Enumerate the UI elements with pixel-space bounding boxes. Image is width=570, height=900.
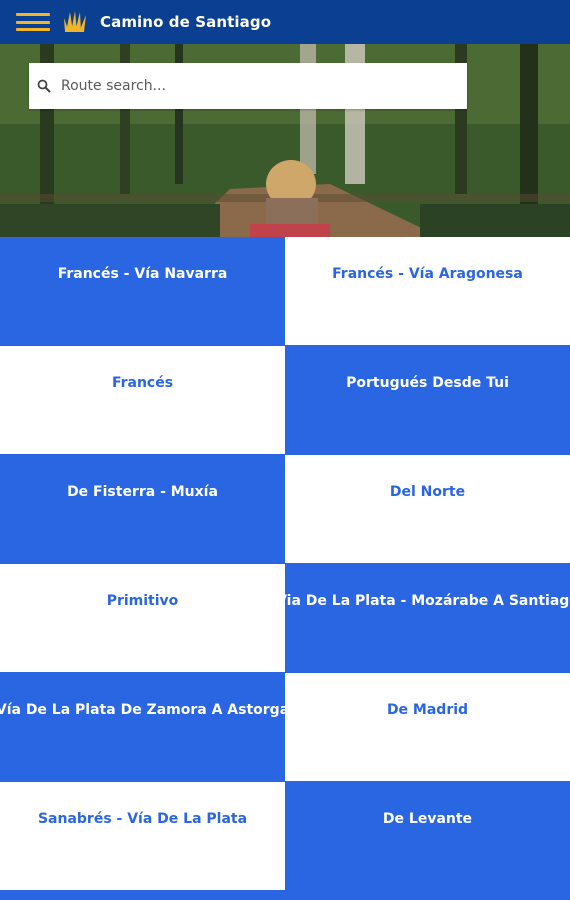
route-tile-frances[interactable]: Francés (0, 346, 285, 454)
route-label: Vía De La Plata De Zamora A Astorga (0, 702, 285, 718)
route-label: Primitivo (106, 593, 179, 609)
search-icon (37, 79, 51, 93)
route-label: Portugués Desde Tui (346, 375, 509, 391)
route-tile-sanabres-via-de-la-plata[interactable]: Sanabrés - Vía De La Plata (0, 782, 285, 890)
route-label: Francés - Vía Aragonesa (332, 266, 523, 282)
route-label: Via De La Plata - Mozárabe A Santiago (285, 593, 570, 609)
route-tile-via-de-la-plata-mozarabe[interactable]: Via De La Plata - Mozárabe A Santiago (285, 564, 570, 672)
route-tile-frances-via-aragonesa[interactable]: Francés - Vía Aragonesa (285, 237, 570, 345)
route-tile-portugues-desde-tui[interactable]: Portugués Desde Tui (285, 346, 570, 454)
route-label: De Fisterra - Muxía (67, 484, 218, 500)
route-label: Del Norte (389, 484, 466, 500)
route-label: Sanabrés - Vía De La Plata (37, 811, 248, 827)
route-label: Francés - Vía Navarra (57, 266, 228, 282)
route-tile-frances-via-navarra[interactable]: Francés - Vía Navarra (0, 237, 285, 345)
route-tile-primitivo[interactable]: Primitivo (0, 564, 285, 672)
scallop-shell-icon (64, 11, 86, 32)
route-label: Francés (111, 375, 174, 391)
route-grid: Francés - Vía Navarra Francés - Vía Arag… (0, 237, 570, 900)
app-bar: Camino de Santiago (0, 0, 570, 44)
hero-banner (0, 44, 570, 237)
route-tile-de-fisterra-muxia[interactable]: De Fisterra - Muxía (0, 455, 285, 563)
route-tile-via-de-la-plata-zamora-astorga[interactable]: Vía De La Plata De Zamora A Astorga (0, 673, 285, 781)
route-tile-del-norte[interactable]: Del Norte (285, 455, 570, 563)
route-label: De Levante (382, 811, 473, 827)
route-tile-de-levante[interactable]: De Levante (285, 782, 570, 890)
search-box[interactable] (29, 63, 467, 109)
route-label: De Madrid (386, 702, 469, 718)
search-input[interactable] (59, 77, 463, 95)
app-title: Camino de Santiago (100, 13, 272, 31)
hamburger-menu-icon[interactable] (16, 7, 50, 37)
route-tile-de-madrid[interactable]: De Madrid (285, 673, 570, 781)
